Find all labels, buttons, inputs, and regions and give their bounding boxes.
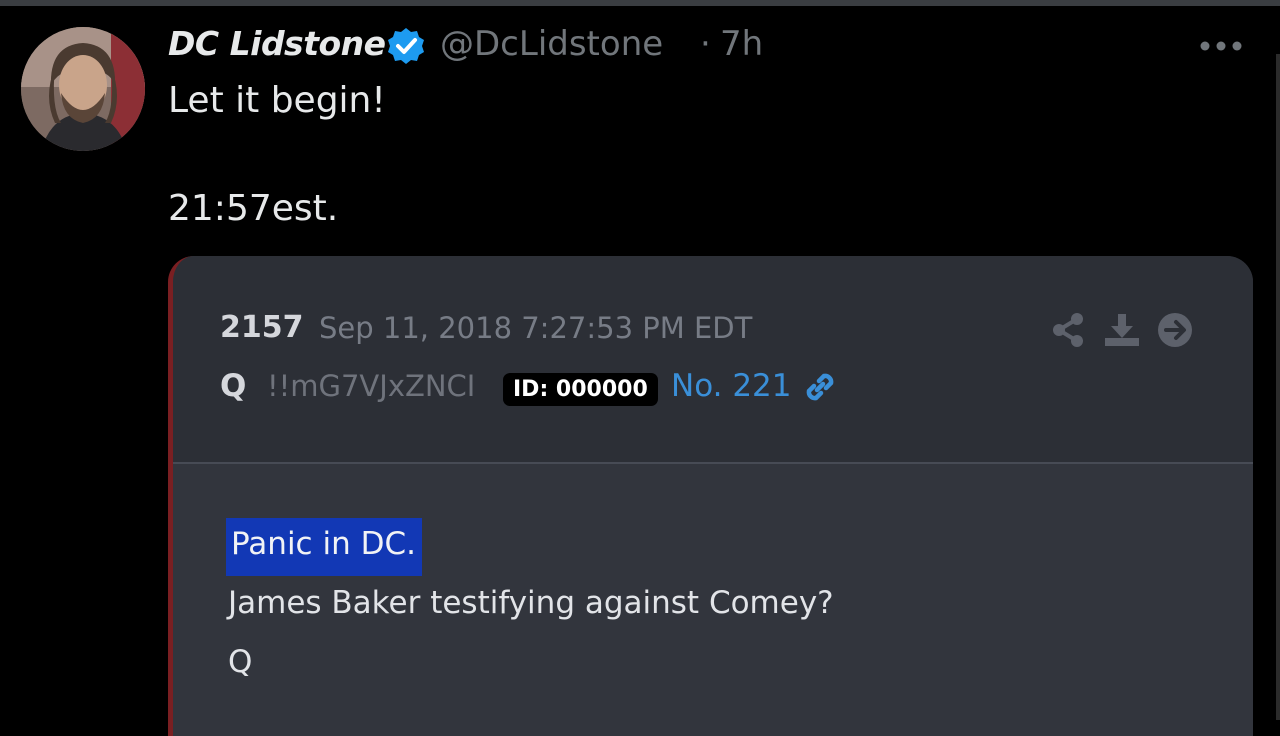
id-badge: ID: 000000 <box>503 373 658 406</box>
post-date: Sep 11, 2018 7:27:53 PM EDT <box>319 311 753 345</box>
post-number: 2157 <box>220 310 304 345</box>
author-handle[interactable]: @DcLidstone <box>440 24 663 64</box>
scrollbar-track[interactable] <box>1276 54 1280 720</box>
window-top-bar <box>0 0 1280 6</box>
divider <box>173 462 1253 464</box>
post-signature: Q <box>228 644 253 680</box>
post-author: Q <box>220 368 247 404</box>
link-icon[interactable] <box>801 368 839 406</box>
share-icon[interactable] <box>1051 312 1085 348</box>
post-no-link[interactable]: No. 221 <box>671 368 792 404</box>
download-icon[interactable] <box>1103 312 1141 348</box>
tweet-text-line1: Let it begin! <box>168 80 386 121</box>
more-options-icon[interactable] <box>1196 30 1246 60</box>
post-body-line2: James Baker testifying against Comey? <box>228 585 834 621</box>
meta-separator: · <box>700 24 711 64</box>
post-body-line1: Panic in DC. <box>231 526 416 562</box>
verified-badge-icon <box>388 28 424 64</box>
quoted-post-header <box>173 256 1253 462</box>
author-name[interactable]: DC Lidstone <box>168 24 386 63</box>
tripcode: !!mG7VJxZNCI <box>267 369 476 403</box>
avatar[interactable] <box>21 27 145 151</box>
tweet-text-line2: 21:57est. <box>168 188 339 229</box>
post-time[interactable]: 7h <box>720 24 763 64</box>
quoted-post-card[interactable]: 2157 Sep 11, 2018 7:27:53 PM EDT Q !!mG7… <box>168 256 1253 736</box>
arrow-right-circle-icon[interactable] <box>1157 312 1193 348</box>
